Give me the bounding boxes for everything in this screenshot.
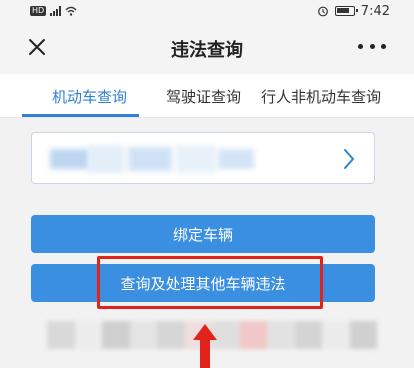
red-highlight-box xyxy=(97,256,323,309)
battery-icon xyxy=(334,6,358,16)
tab-license-query[interactable]: 驾驶证查询 xyxy=(166,86,241,107)
chevron-right-icon[interactable] xyxy=(342,148,356,170)
alarm-icon xyxy=(317,6,328,17)
blurred-plate-number xyxy=(48,143,258,175)
tab-vehicle-query[interactable]: 机动车查询 xyxy=(52,86,127,107)
status-left: HD xyxy=(30,4,77,18)
tab-pedestrian-query[interactable]: 行人非机动车查询 xyxy=(261,86,381,107)
page-title: 违法查询 xyxy=(171,40,243,61)
vehicle-card[interactable] xyxy=(31,132,375,184)
more-icon[interactable] xyxy=(358,42,386,50)
status-right: 7:42 xyxy=(317,3,390,19)
status-time: 7:42 xyxy=(360,3,390,19)
wifi-icon xyxy=(65,6,77,16)
bind-vehicle-button[interactable]: 绑定车辆 xyxy=(31,215,375,253)
sim-badge: HD xyxy=(30,6,47,16)
signal-icon xyxy=(50,6,62,16)
red-arrow-annotation xyxy=(193,324,217,368)
status-bar: HD 7:42 xyxy=(0,0,414,22)
nav-bar: 违法查询 xyxy=(0,22,414,74)
tab-bar: 机动车查询 驾驶证查询 行人非机动车查询 xyxy=(0,74,414,118)
active-tab-indicator xyxy=(22,114,139,117)
